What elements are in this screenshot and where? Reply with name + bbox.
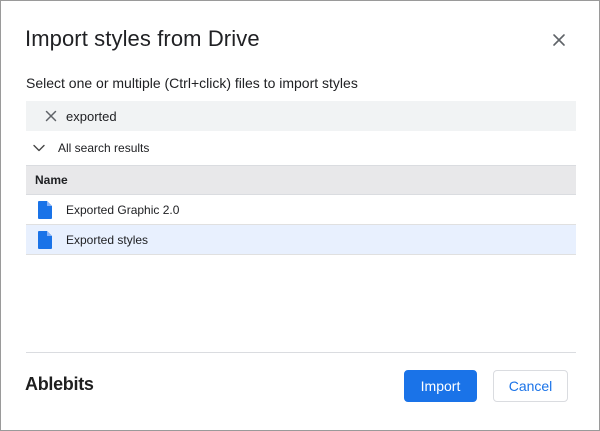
results-toggle-label: All search results <box>58 141 150 155</box>
close-icon <box>553 34 565 46</box>
ablebits-logo: Ablebits <box>25 374 94 394</box>
import-button[interactable]: Import <box>404 370 477 402</box>
file-name: Exported styles <box>66 232 149 247</box>
doc-file-icon <box>38 200 52 219</box>
dialog-subtitle: Select one or multiple (Ctrl+click) file… <box>26 75 358 91</box>
dialog-title: Import styles from Drive <box>25 26 260 51</box>
close-icon <box>45 110 57 122</box>
all-search-results-toggle[interactable]: All search results <box>32 140 149 156</box>
clear-search-button[interactable] <box>43 108 59 124</box>
footer-divider <box>26 352 576 353</box>
cancel-button[interactable]: Cancel <box>493 370 568 402</box>
table-row[interactable]: Exported Graphic 2.0 <box>26 195 576 225</box>
name-column-header: Name <box>26 165 576 195</box>
doc-file-icon <box>38 230 52 249</box>
import-styles-dialog: Import styles from Drive Select one or m… <box>0 0 600 431</box>
files-table: Name Exported Graphic 2.0 Exported style… <box>26 165 576 255</box>
file-name: Exported Graphic 2.0 <box>66 202 180 217</box>
chevron-down-icon <box>32 141 46 155</box>
table-row[interactable]: Exported styles <box>26 225 576 255</box>
search-input[interactable] <box>66 102 546 130</box>
search-box <box>26 101 576 131</box>
close-button[interactable] <box>550 31 568 49</box>
